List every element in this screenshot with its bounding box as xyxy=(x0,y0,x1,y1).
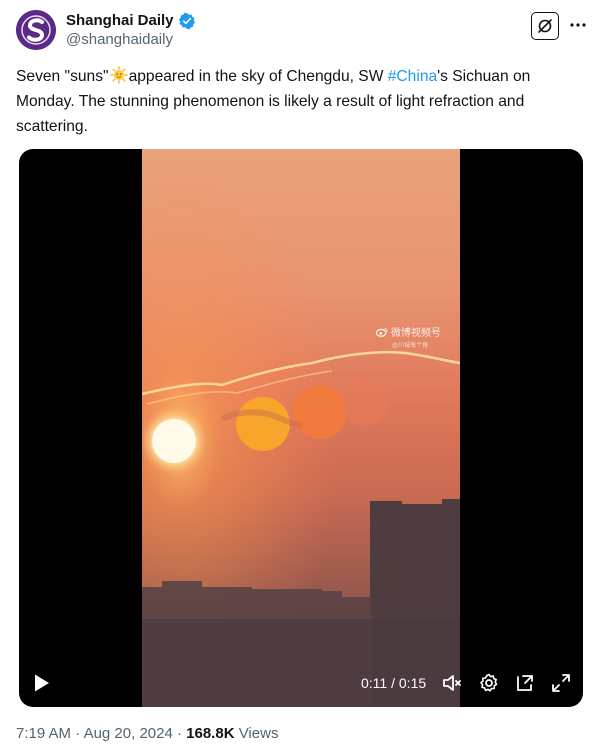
tweet-text-part2: appeared in the sky of Chengdu, SW xyxy=(128,68,388,85)
video-player[interactable]: 微博视频号 @川城每个角 0:11 / 0:15 xyxy=(19,149,583,707)
video-frame[interactable] xyxy=(142,149,460,707)
verified-badge-icon xyxy=(178,12,195,29)
weibo-icon xyxy=(376,328,388,337)
display-name[interactable]: Shanghai Daily xyxy=(66,11,174,30)
settings-gear-icon[interactable] xyxy=(478,672,500,694)
video-watermark: 微博视频号 @川城每个角 xyxy=(376,327,441,352)
fullscreen-icon[interactable] xyxy=(550,672,572,694)
tweet-meta: 7:19 AM · Aug 20, 2024 · 168.8K Views xyxy=(16,724,278,744)
hashtag-link[interactable]: #China xyxy=(388,68,437,85)
mute-icon[interactable] xyxy=(441,672,463,694)
watermark-title: 微博视频号 xyxy=(391,328,441,339)
tweet-time[interactable]: 7:19 AM xyxy=(16,725,71,742)
current-time: 0:11 xyxy=(361,675,388,691)
time-separator: / xyxy=(391,675,395,691)
meta-separator: · xyxy=(75,725,81,742)
play-icon[interactable] xyxy=(33,673,51,693)
pop-out-icon[interactable] xyxy=(514,672,536,694)
more-dots-icon xyxy=(570,23,586,27)
duration: 0:15 xyxy=(398,675,427,691)
grok-icon xyxy=(538,19,552,33)
video-controls: 0:11 / 0:15 xyxy=(19,647,583,707)
video-time: 0:11 / 0:15 xyxy=(361,674,426,692)
shanghai-daily-logo-icon xyxy=(16,10,56,50)
more-options-button[interactable] xyxy=(567,14,589,36)
tweet-date[interactable]: Aug 20, 2024 xyxy=(84,725,173,742)
watermark-sub: @川城每个角 xyxy=(392,343,429,349)
avatar[interactable] xyxy=(16,10,56,50)
handle[interactable]: @shanghaidaily xyxy=(66,30,196,50)
views-count: 168.8K xyxy=(186,725,235,742)
meta-separator-2: · xyxy=(176,725,182,742)
sun-with-face-icon xyxy=(109,66,128,84)
grok-button[interactable] xyxy=(531,12,559,40)
tweet-text: Seven "suns" appeared in the sky of Cheng… xyxy=(16,64,588,139)
tweet-text-part1: Seven "suns" xyxy=(16,68,109,85)
views-label: Views xyxy=(238,725,279,742)
tweet-header: Shanghai Daily @shanghaidaily xyxy=(16,10,589,52)
